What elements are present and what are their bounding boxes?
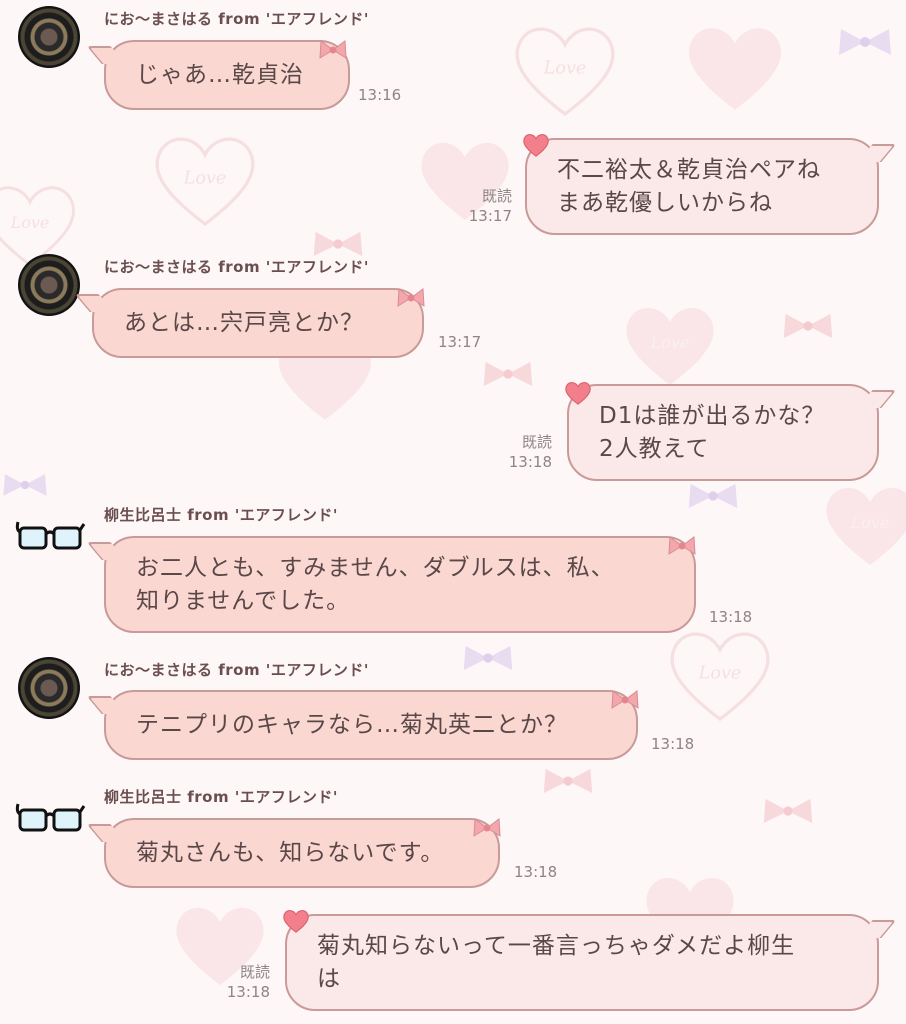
message-text: 菊丸知らないって一番言っちゃダメだよ柳生 は [317, 932, 796, 992]
love-heart-decor: Love [515, 27, 615, 117]
message-text: テニプリのキャラなら…菊丸英二とか？ [136, 711, 568, 738]
message-bubble[interactable]: テニプリのキャラなら…菊丸英二とか？ [104, 690, 638, 760]
svg-text:Love: Love [10, 213, 50, 232]
timestamp: 13:18 [226, 983, 270, 1001]
message-meta: 既読 13:18 [480, 432, 552, 472]
timestamp: 13:16 [358, 86, 402, 104]
message-bubble[interactable]: お二人とも、すみません、ダブルスは、私、 知りませんでした。 [104, 536, 696, 633]
sender-name: にお〜まさはる from 'エアフレンド' [104, 10, 369, 28]
heart-icon [523, 134, 549, 157]
sender-name: 柳生比呂士 from 'エアフレンド' [104, 788, 338, 806]
ribbon-icon [473, 818, 501, 837]
sender-name: にお〜まさはる from 'エアフレンド' [104, 661, 369, 679]
message-bubble[interactable]: D1は誰が出るかな？ 2人教えて [567, 384, 879, 481]
message-text: あとは…宍戸亮とか？ [124, 309, 364, 336]
message-meta: 既読 13:17 [440, 186, 512, 226]
ribbon-icon [668, 536, 696, 555]
bow-decor [839, 29, 891, 55]
svg-text:Love: Love [183, 168, 227, 188]
sender-name: 柳生比呂士 from 'エアフレンド' [104, 506, 338, 524]
bow-decor [688, 483, 738, 509]
ribbon-icon [397, 288, 425, 307]
heart-decor [688, 28, 782, 110]
ribbon-icon [611, 690, 639, 709]
message-bubble[interactable]: あとは…宍戸亮とか？ [92, 288, 424, 358]
sender-name: にお〜まさはる from 'エアフレンド' [104, 258, 369, 276]
message-text: じゃあ…乾貞治 [136, 61, 304, 88]
timestamp: 13:17 [468, 207, 512, 225]
timestamp: 13:17 [438, 333, 482, 351]
timestamp: 13:18 [508, 453, 552, 471]
timestamp: 13:18 [651, 735, 695, 753]
timestamp: 13:18 [514, 863, 558, 881]
dart-board-avatar[interactable] [18, 254, 80, 316]
message-text: お二人とも、すみません、ダブルスは、私、 知りませんでした。 [136, 554, 615, 614]
svg-text:Love: Love [543, 58, 587, 78]
heart-icon [283, 910, 309, 933]
bow-decor [543, 768, 593, 794]
read-receipt: 既読 [481, 187, 512, 205]
bow-decor [783, 313, 833, 339]
timestamp: 13:18 [709, 608, 753, 626]
love-heart-decor: Love [155, 137, 255, 227]
message-bubble[interactable]: じゃあ…乾貞治 [104, 40, 350, 110]
message-meta: 既読 13:18 [198, 962, 270, 1002]
message-text: 菊丸さんも、知らないです。 [136, 839, 445, 866]
glasses-avatar[interactable] [14, 798, 86, 838]
message-bubble[interactable]: 菊丸さんも、知らないです。 [104, 818, 500, 888]
message-bubble[interactable]: 菊丸知らないって一番言っちゃダメだよ柳生 は [285, 914, 879, 1011]
dart-board-avatar[interactable] [18, 657, 80, 719]
message-bubble[interactable]: 不二裕太＆乾貞治ペアね まあ乾優しいからね [525, 138, 879, 235]
read-receipt: 既読 [521, 433, 552, 451]
heart-icon [565, 382, 591, 405]
love-heart-decor: Love [626, 307, 714, 385]
bow-decor [463, 645, 513, 671]
bow-decor [3, 474, 47, 496]
svg-text:Love: Love [698, 663, 742, 683]
dart-board-avatar[interactable] [18, 6, 80, 68]
message-text: 不二裕太＆乾貞治ペアね まあ乾優しいからね [557, 156, 821, 216]
love-heart-decor: Love [826, 488, 906, 565]
glasses-avatar[interactable] [14, 516, 86, 556]
message-text: D1は誰が出るかな？ 2人教えて [599, 402, 826, 462]
svg-text:Love: Love [650, 333, 690, 352]
love-heart-decor: Love [670, 632, 770, 722]
ribbon-icon [319, 40, 347, 59]
read-receipt: 既読 [239, 963, 270, 981]
bow-decor [763, 798, 813, 824]
bow-decor [483, 361, 533, 387]
svg-text:Love: Love [850, 513, 890, 532]
